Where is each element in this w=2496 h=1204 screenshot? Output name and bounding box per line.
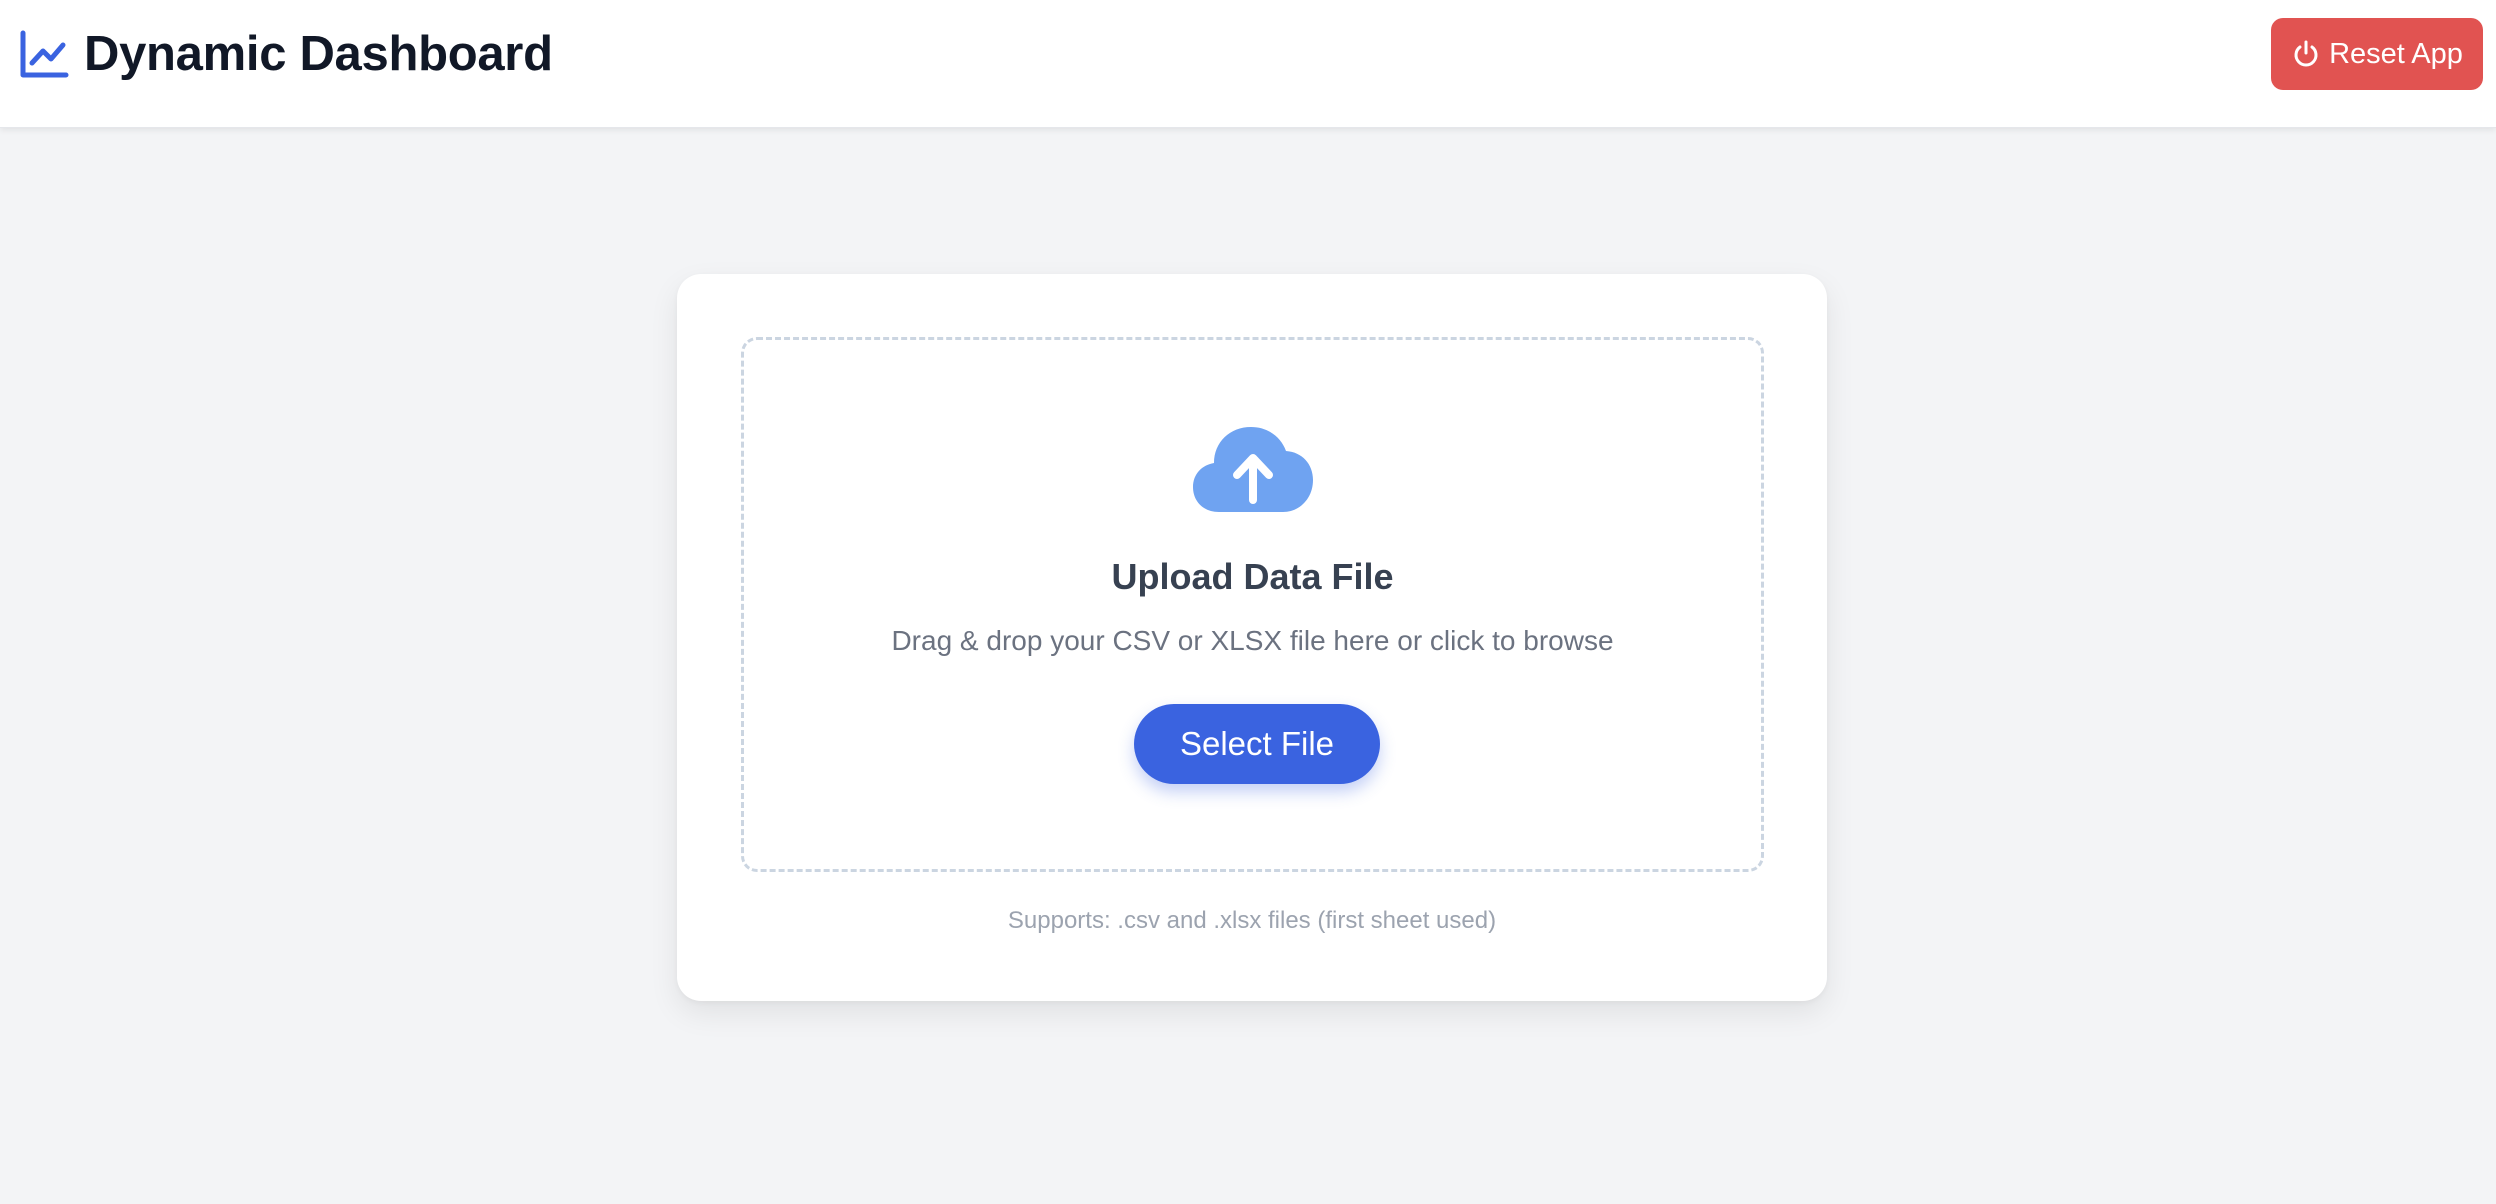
upload-description: Drag & drop your CSV or XLSX file here o… <box>891 625 1614 656</box>
power-icon <box>2291 39 2321 69</box>
reset-app-label: Reset App <box>2329 37 2463 70</box>
upload-title: Upload Data File <box>1111 556 1394 597</box>
app-title: Dynamic Dashboard <box>84 27 553 81</box>
upload-card: Upload Data File Drag & drop your CSV or… <box>677 274 1827 1001</box>
cloud-upload-icon <box>1191 424 1315 514</box>
select-file-button[interactable]: Select File <box>1134 704 1380 784</box>
app-header: Dynamic Dashboard Reset App <box>0 0 2496 128</box>
supported-formats-note: Supports: .csv and .xlsx files (first sh… <box>1007 907 1497 934</box>
reset-app-button[interactable]: Reset App <box>2271 18 2483 90</box>
chart-line-icon <box>18 28 70 80</box>
file-dropzone[interactable]: Upload Data File Drag & drop your CSV or… <box>741 337 1764 872</box>
brand: Dynamic Dashboard <box>18 22 553 86</box>
